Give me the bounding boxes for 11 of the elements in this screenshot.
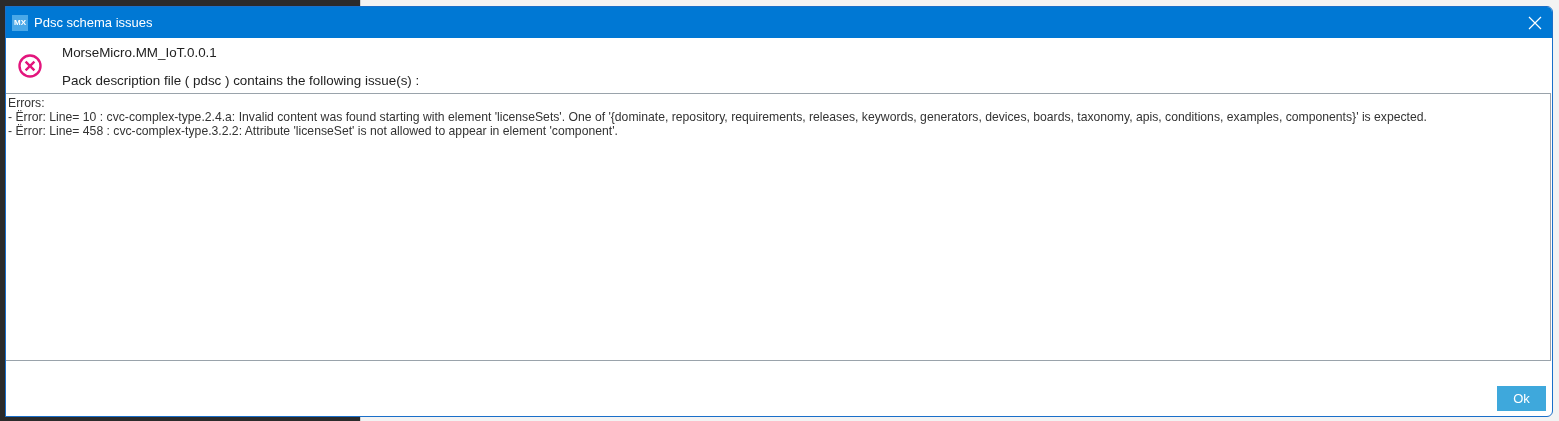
issue-line: Errors: [8, 96, 46, 110]
issues-text-area[interactable] [6, 93, 1551, 361]
issue-message: Pack description file ( pdsc ) contains the following issue(s) : [62, 72, 420, 88]
pack-name: MorseMicro.MM_IoT.0.0.1 [62, 44, 218, 60]
app-logo: MX [12, 14, 28, 31]
issue-line: - Ërror: Line= 10 : cvc-complex-type.2.4.a: Invalid content was found starting with element 'licenseSets'. One of '{dominate, repository, requirements, releases, keywords, generators, devices, boards, taxonomy, apis, conditions, examples, components}' is expected. [8, 110, 1428, 124]
close-icon [1528, 15, 1542, 30]
issue-line: - Ërror: Line= 458 : cvc-complex-type.3.2.2: Attribute 'licenseSet' is not allowed to appear in element 'component'. [8, 124, 619, 138]
ok-button[interactable]: Ok [1497, 386, 1546, 411]
error-icon [17, 52, 43, 79]
window-title: Pdsc schema issues [34, 15, 154, 30]
